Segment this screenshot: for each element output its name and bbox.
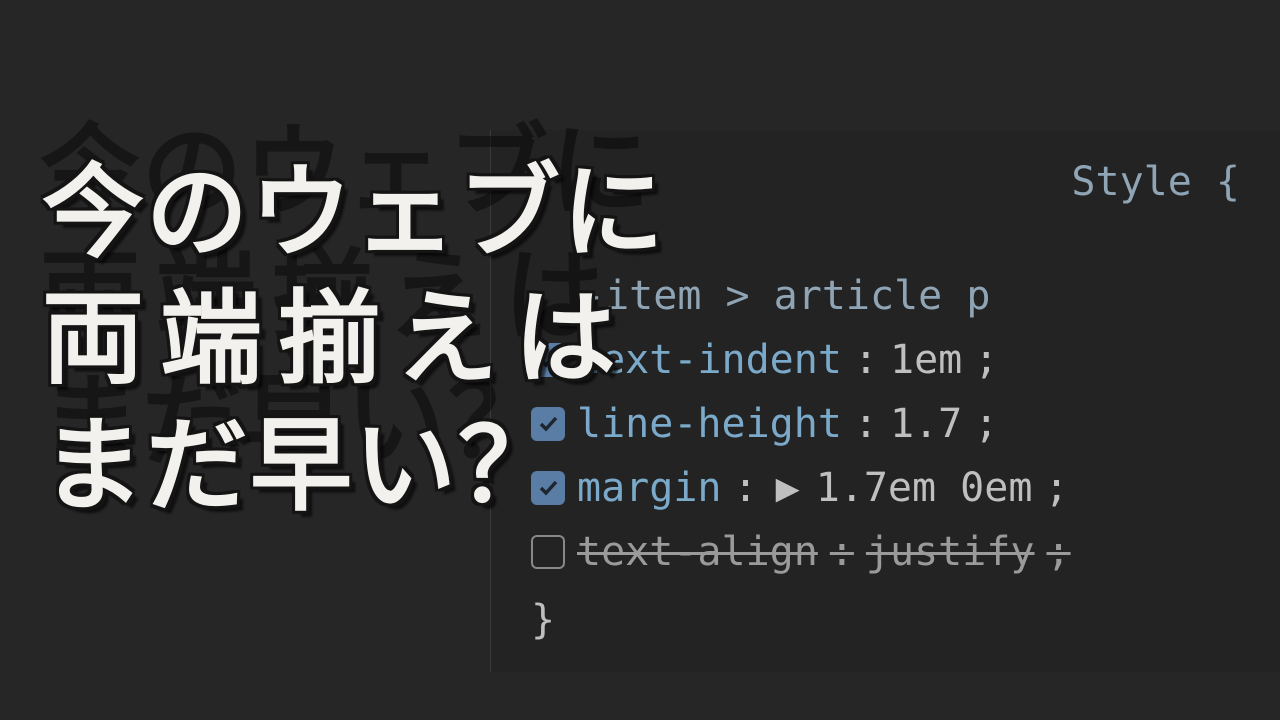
css-property-name: text-align	[577, 520, 818, 584]
css-property-value[interactable]: 1.7	[890, 392, 962, 456]
brace-close: }	[521, 588, 1280, 652]
checkbox-icon[interactable]	[531, 535, 565, 569]
css-rule-row: text-align: justify;	[521, 520, 1280, 584]
css-property-value[interactable]: justify	[866, 520, 1035, 584]
expand-arrow-icon[interactable]: ▶	[776, 456, 800, 520]
css-property-value[interactable]: 1.7em 0em	[816, 456, 1033, 520]
page-title: 今のウェブに 両端揃えは まだ早い？	[42, 150, 666, 529]
css-property-value[interactable]: 1em	[890, 328, 962, 392]
